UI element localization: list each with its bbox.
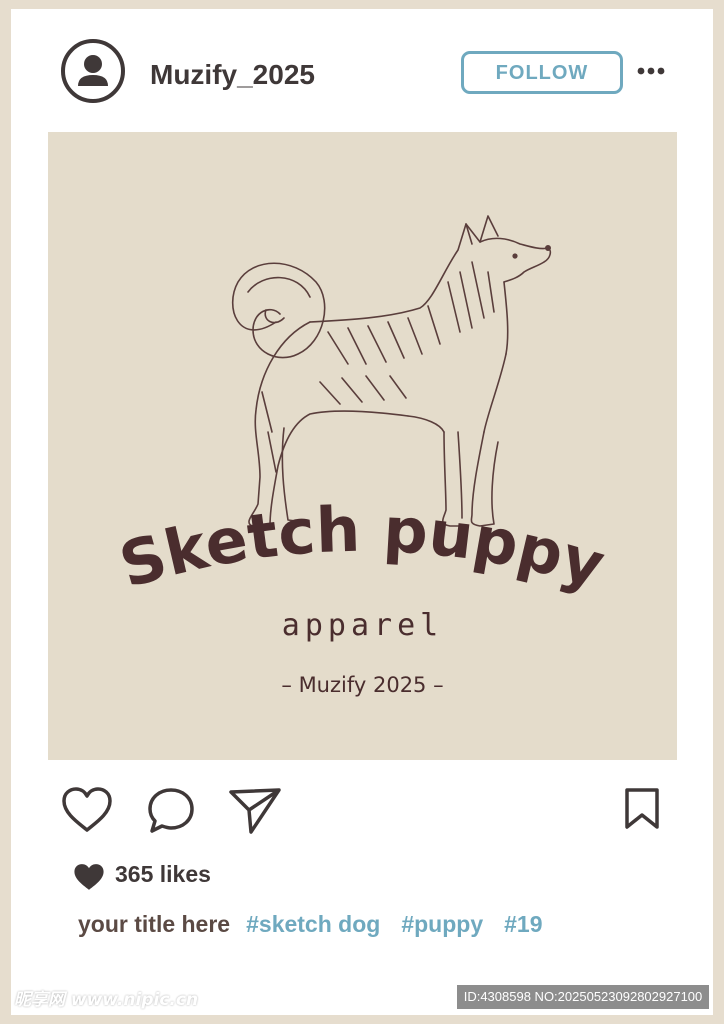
watermark-left: 昵享网 www.nipic.cn (14, 990, 199, 1010)
hashtag[interactable]: #sketch dog (246, 911, 380, 937)
follow-button[interactable]: FOLLOW (461, 51, 623, 94)
caption-title: your title here (78, 911, 231, 937)
post-header: Muzify_2025 FOLLOW (11, 9, 713, 131)
heart-filled-icon (74, 864, 104, 890)
likes-count[interactable]: 365 likes (115, 861, 211, 888)
send-paper-plane-icon[interactable] (227, 786, 283, 836)
brand-title: Sketch puppy (112, 493, 613, 603)
comment-bubble-icon[interactable] (146, 786, 196, 836)
watermark-right: ID:4308598 NO:20250523092802927100 (457, 985, 709, 1009)
bookmark-icon[interactable] (623, 787, 661, 831)
hashtag[interactable]: #19 (504, 911, 542, 937)
username[interactable]: Muzify_2025 (150, 59, 315, 91)
brand-title-text: Sketch puppy (112, 493, 613, 603)
post-card: Muzify_2025 FOLLOW Sketch puppy apparel … (11, 9, 713, 1015)
brand-title-graphic: Sketch puppy (112, 493, 613, 603)
like-heart-icon[interactable] (60, 786, 114, 834)
avatar[interactable] (61, 39, 125, 103)
more-dots-icon[interactable] (636, 61, 666, 81)
brand-credit: – Muzify 2025 – (281, 673, 444, 697)
user-icon (78, 55, 108, 86)
hashtag[interactable]: #puppy (401, 911, 483, 937)
caption: your title here #sketch dog #puppy #19 (78, 911, 563, 938)
post-image[interactable]: Sketch puppy apparel – Muzify 2025 – (48, 132, 677, 760)
brand-subtitle: apparel (281, 608, 444, 643)
